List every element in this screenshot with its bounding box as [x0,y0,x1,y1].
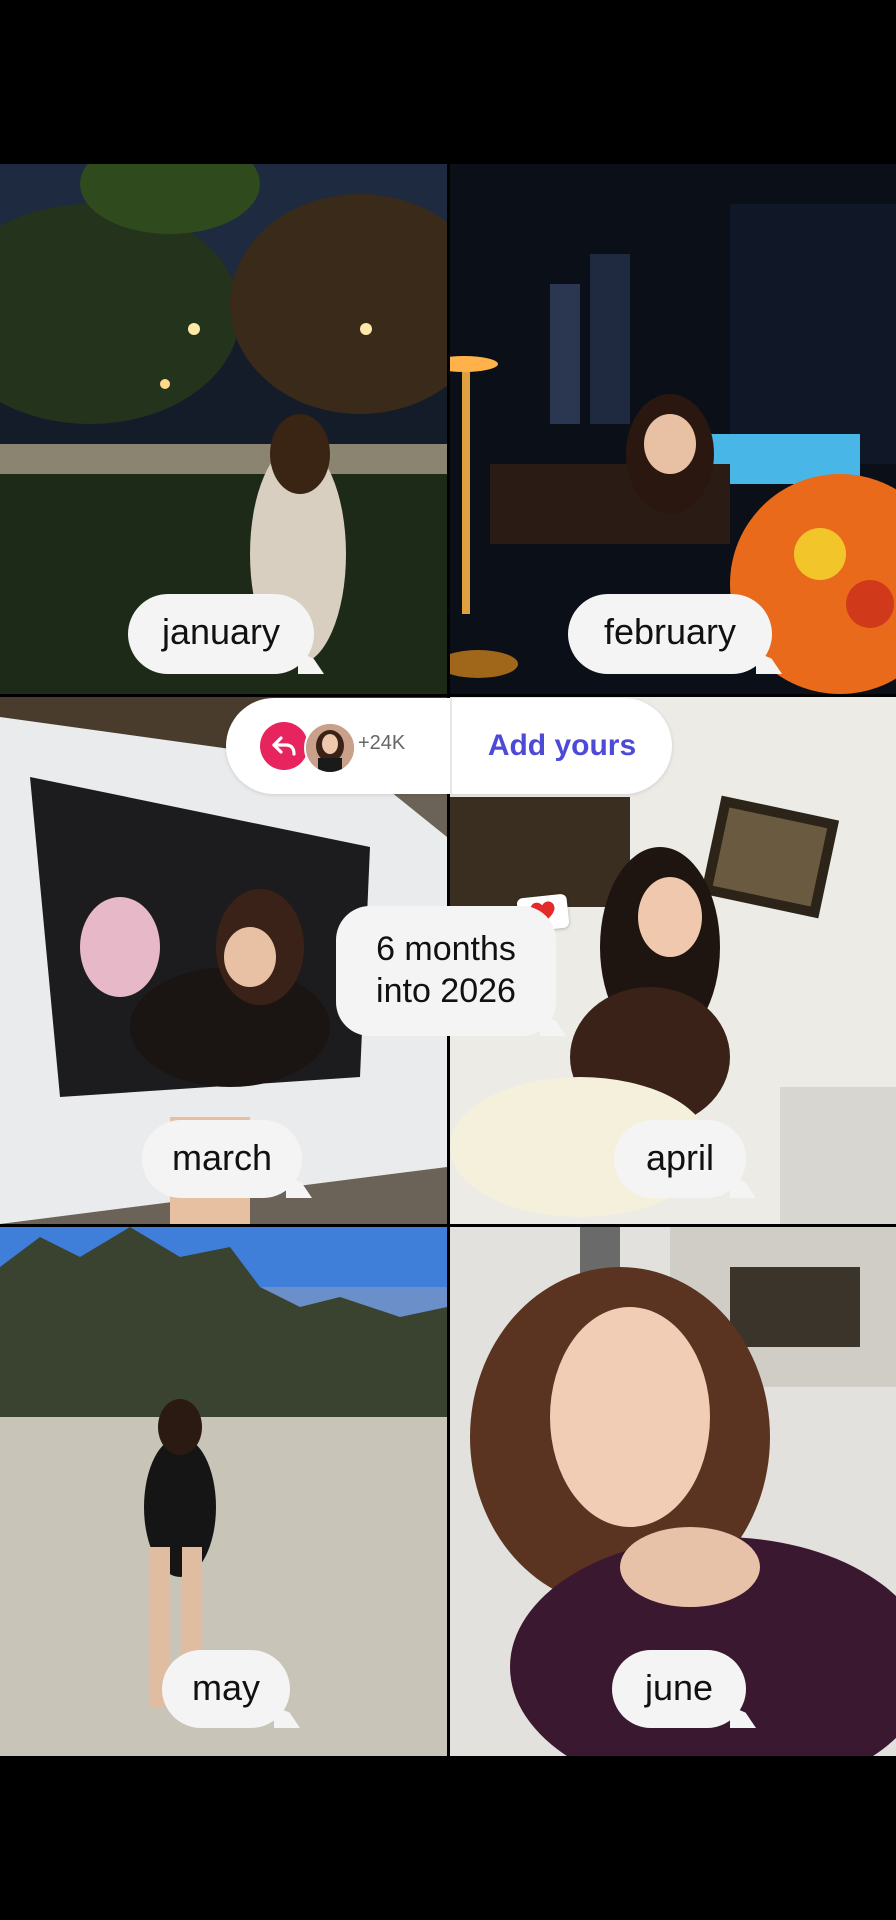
month-label: march [171,1137,273,1178]
participant-count: +24K [358,732,406,754]
month-caption-february: february [568,594,782,674]
avatar-image [306,724,354,772]
add-yours-button[interactable]: Add yours [452,698,672,794]
month-label: april [645,1137,715,1178]
headline-line-1: 6 months [376,930,516,968]
photo-tile-june: june [450,1227,896,1756]
month-caption-march: march [142,1120,312,1198]
reply-arrow-icon [272,736,296,756]
photo-tile-may: may [0,1227,447,1756]
month-label: may [191,1667,260,1708]
add-yours-sticker[interactable]: +24K Add yours [226,698,672,794]
month-label: june [644,1667,714,1708]
month-caption-january: january [128,594,324,674]
month-label: january [161,611,281,652]
month-caption-may: may [162,1650,300,1728]
participant-avatar [304,722,356,774]
headline-line-2: into 2026 [376,972,516,1010]
month-caption-june: june [612,1650,756,1728]
month-caption-april: april [614,1120,756,1198]
photo-tile-january: january [0,164,447,694]
month-label: february [603,611,737,652]
photo-tile-february: february [450,164,896,694]
reply-button[interactable] [260,722,308,770]
headline-caption: 6 months into 2026 [336,906,566,1036]
